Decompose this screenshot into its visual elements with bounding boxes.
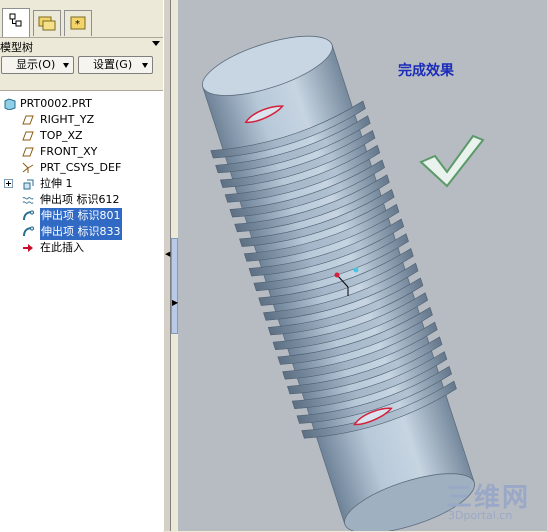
datum-plane-icon (22, 147, 34, 157)
result-label: 完成效果 (398, 63, 454, 79)
graphics-viewport[interactable]: 完成效果 三维网 3Dportal.cn (178, 0, 547, 531)
expand-plus-icon[interactable] (4, 179, 13, 188)
dropdown-arrow-icon (63, 63, 69, 68)
csys-icon (22, 162, 34, 173)
protrusion-sweep-icon (23, 226, 34, 237)
model-tree-panel: * 模型树 显示(O) 设置(G) PRT0002.PRT RIGHT_YZ T… (0, 0, 163, 532)
settings-dropdown-button[interactable]: 设置(G) (78, 56, 153, 74)
tree-item-label: 伸出项 标识833 (40, 224, 122, 240)
folder-icon (38, 16, 56, 31)
tree-item-label: PRT0002.PRT (20, 97, 92, 110)
tab-model-tree[interactable] (2, 8, 30, 38)
show-button-label: 显示(O) (16, 58, 56, 71)
tree-item-label: 伸出项 标识801 (40, 208, 122, 224)
protrusion-sweep-icon (23, 210, 34, 221)
part-icon (4, 98, 16, 110)
checkmark-icon (419, 134, 485, 188)
model-tree-title: 模型树 (0, 41, 33, 54)
datum-plane-icon (22, 115, 34, 125)
tree-item-label: 拉伸 1 (40, 177, 73, 190)
model-tree-icon (9, 13, 22, 27)
settings-button-label: 设置(G) (93, 58, 133, 71)
tree-item-label: RIGHT_YZ (40, 113, 95, 126)
tab-favorites[interactable]: * (64, 10, 92, 36)
extrude-icon (23, 179, 34, 190)
insert-here-arrow-icon (23, 244, 33, 252)
model-tree-list: PRT0002.PRT RIGHT_YZ TOP_XZ FRONT_XY PRT… (0, 90, 163, 532)
tree-item-label: PRT_CSYS_DEF (40, 161, 122, 174)
tree-item-label: 在此插入 (40, 241, 84, 254)
tree-item-label: TOP_XZ (40, 129, 83, 142)
panel-splitter[interactable]: ◀ (163, 0, 171, 531)
collapse-left-icon[interactable]: ◀ (165, 250, 170, 258)
svg-text:*: * (75, 19, 80, 30)
protrusion-helical-icon (22, 197, 34, 204)
sash-handle[interactable] (171, 238, 178, 334)
dropdown-arrow-icon (142, 63, 148, 68)
watermark-en: 3Dportal.cn (448, 509, 513, 522)
sash-bar[interactable]: ▶ (171, 0, 178, 531)
model-tree-header: 模型树 (0, 37, 163, 54)
tree-item-label: FRONT_XY (40, 145, 98, 158)
chevron-down-icon[interactable] (152, 41, 160, 46)
show-dropdown-button[interactable]: 显示(O) (1, 56, 74, 74)
favorites-folder-icon: * (70, 16, 86, 30)
watermark-logo: 三维网 3Dportal.cn (446, 477, 530, 522)
threaded-shaft-model (201, 35, 485, 531)
navigator-tabs: * (0, 0, 163, 38)
datum-plane-icon (22, 131, 34, 141)
tab-folder-browser[interactable] (33, 10, 61, 36)
tree-item-label: 伸出项 标识612 (40, 193, 120, 206)
